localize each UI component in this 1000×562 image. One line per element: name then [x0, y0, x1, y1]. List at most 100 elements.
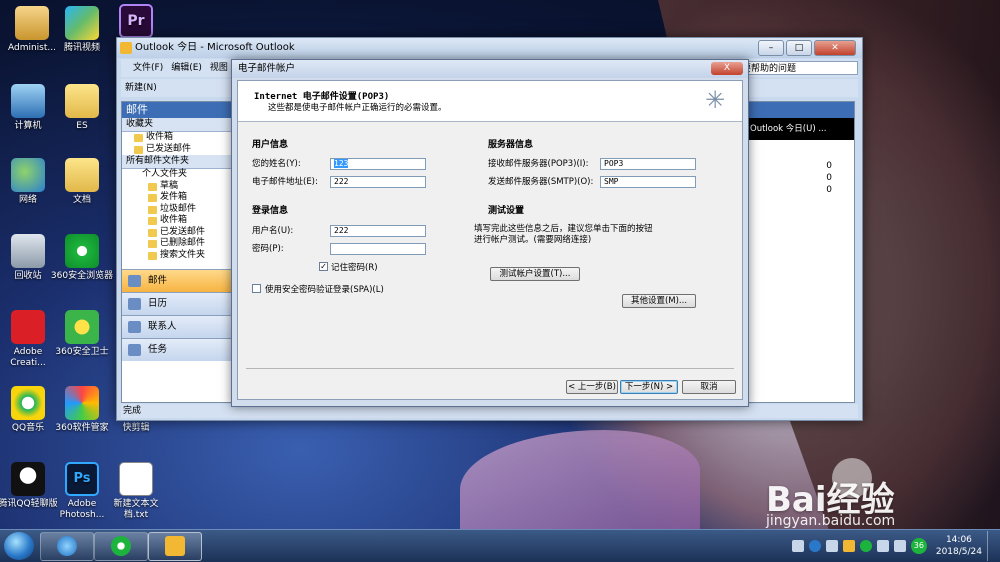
spa-checkbox[interactable]	[252, 284, 261, 293]
folder-icon	[148, 240, 157, 248]
tray-icon[interactable]	[825, 540, 838, 552]
tray-icon[interactable]	[859, 540, 872, 552]
tray-icon[interactable]	[791, 540, 804, 552]
tasks-icon	[128, 344, 141, 356]
folder-drafts[interactable]: 草稿	[122, 181, 234, 193]
desktop-icon-360-browser[interactable]: 360安全浏览器	[50, 234, 114, 282]
username-field[interactable]: 222	[330, 225, 426, 237]
nav-pane-header: 邮件	[122, 102, 234, 118]
personal-folders[interactable]: 个人文件夹	[122, 169, 234, 181]
clock-date: 2018/5/24	[935, 547, 982, 557]
server-info-heading: 服务器信息	[488, 140, 534, 150]
outlook-today-pane: Outlook 今日(U) ... 0 0 0	[743, 101, 855, 403]
folder-junk[interactable]: 垃圾邮件	[122, 204, 234, 216]
text-file-icon	[119, 462, 153, 496]
today-pane-header	[744, 102, 854, 118]
email-account-dialog: 电子邮件帐户 X Internet 电子邮件设置(POP3) 这些都是使电子邮件…	[231, 59, 749, 407]
desktop-icon-text-file[interactable]: 新建文本文档.txt	[104, 462, 168, 521]
desktop-icon-es[interactable]: ES	[50, 84, 114, 132]
nav-button-calendar[interactable]: 日历	[122, 292, 234, 315]
network-icon	[11, 158, 45, 192]
signal-icon[interactable]	[876, 540, 889, 552]
dialog-title: 电子邮件帐户	[238, 63, 296, 74]
360-browser-icon	[111, 536, 131, 556]
back-button[interactable]: < 上一步(B)	[566, 380, 618, 394]
desktop-icon-clip[interactable]: 快剪辑	[104, 423, 168, 434]
outlook-icon	[120, 42, 132, 54]
clock[interactable]: 14:06 2018/5/24	[936, 534, 982, 558]
dialog-titlebar[interactable]: 电子邮件帐户	[232, 60, 748, 78]
qq-icon	[11, 462, 45, 496]
taskbar-outlook[interactable]	[148, 532, 202, 561]
close-button[interactable]: ✕	[814, 40, 856, 56]
tray-badge[interactable]: 36	[910, 538, 927, 554]
minimize-button[interactable]: –	[758, 40, 784, 56]
count-value: 0	[826, 161, 832, 171]
nav-button-contacts[interactable]: 联系人	[122, 315, 234, 338]
help-search-input[interactable]: 要帮助的问题	[738, 61, 858, 75]
folder-deleted[interactable]: 已删除邮件	[122, 238, 234, 250]
favorite-sent[interactable]: 已发送邮件	[122, 144, 234, 156]
remember-password-label: 记住密码(R)	[331, 263, 378, 273]
wizard-wand-icon: ✳	[704, 86, 726, 114]
outlook-titlebar[interactable]: Outlook 今日 - Microsoft Outlook – □ ✕	[117, 38, 862, 58]
desktop-icon-360-guard[interactable]: 360安全卫士	[50, 310, 114, 358]
password-field[interactable]	[330, 243, 426, 255]
smtp-server-field[interactable]: SMP	[600, 176, 696, 188]
next-button[interactable]: 下一步(N) >	[620, 380, 678, 394]
folder-outbox[interactable]: 发件箱	[122, 192, 234, 204]
taskbar-360[interactable]	[94, 532, 148, 561]
password-label: 密码(P):	[252, 244, 284, 254]
user-info-heading: 用户信息	[252, 140, 289, 150]
name-field[interactable]: 123	[330, 158, 426, 170]
folder-icon	[148, 182, 157, 191]
maximize-button[interactable]: □	[786, 40, 812, 56]
ie-icon	[57, 536, 77, 556]
pop3-server-field[interactable]: POP3	[600, 158, 696, 170]
folder-icon	[65, 158, 99, 192]
folder-icon	[148, 251, 157, 260]
folder-icon	[134, 134, 143, 142]
show-desktop-button[interactable]	[987, 531, 996, 561]
dialog-divider	[246, 368, 734, 369]
folder-search[interactable]: 搜索文件夹	[122, 250, 234, 262]
menu-edit[interactable]: 编辑(E)	[171, 59, 202, 77]
outlook-icon	[165, 536, 185, 556]
volume-icon[interactable]	[893, 540, 906, 552]
username-label: 用户名(U):	[252, 226, 294, 236]
desktop-icon-documents[interactable]: 文档	[50, 158, 114, 206]
contacts-icon	[128, 321, 141, 333]
360-guard-icon	[65, 310, 99, 344]
nav-button-tasks[interactable]: 任务	[122, 338, 234, 361]
tencent-video-icon	[65, 6, 99, 40]
qq-music-icon	[11, 386, 45, 420]
email-label: 电子邮件地址(E):	[252, 177, 318, 187]
folder-inbox[interactable]: 收件箱	[122, 215, 234, 227]
remember-password-checkbox[interactable]: ✓	[319, 262, 328, 271]
nav-button-mail[interactable]: 邮件	[122, 269, 234, 292]
outlook-today-link[interactable]: Outlook 今日(U) ...	[744, 118, 854, 140]
menu-view[interactable]: 视图	[210, 59, 228, 77]
computer-icon	[11, 84, 45, 118]
test-account-settings-button[interactable]: 测试帐户设置(T)...	[490, 267, 580, 281]
smtp-label: 发送邮件服务器(SMTP)(O):	[488, 177, 594, 187]
folder-icon	[148, 228, 157, 237]
start-button[interactable]	[4, 532, 34, 560]
favorite-inbox[interactable]: 收件箱	[122, 132, 234, 144]
new-button[interactable]: 新建(N)	[125, 79, 157, 97]
email-field[interactable]: 222	[330, 176, 426, 188]
cancel-button[interactable]: 取消	[682, 380, 736, 394]
more-settings-button[interactable]: 其他设置(M)...	[622, 294, 696, 308]
360-browser-icon	[65, 234, 99, 268]
dialog-close-button[interactable]: X	[711, 62, 743, 75]
folder-sent[interactable]: 已发送邮件	[122, 227, 234, 239]
adobe-cc-icon	[11, 310, 45, 344]
mail-icon	[128, 275, 141, 287]
recycle-bin-icon	[11, 234, 45, 268]
menu-file[interactable]: 文件(F)	[133, 59, 163, 77]
tray-icon[interactable]	[842, 540, 855, 552]
desktop-icon-premiere[interactable]: Pr	[104, 4, 168, 41]
favorites-section: 收藏夹	[122, 118, 234, 132]
taskbar-ie[interactable]	[40, 532, 94, 561]
help-icon[interactable]	[808, 540, 821, 552]
